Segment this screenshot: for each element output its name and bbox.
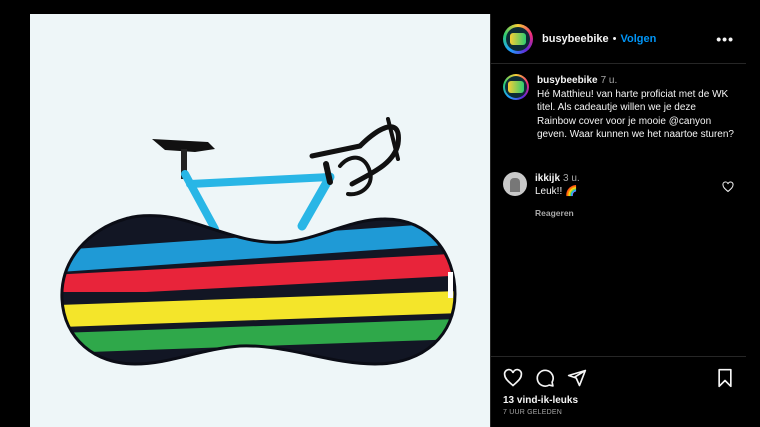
follow-button[interactable]: Volgen [621,33,657,45]
caption-time: 7 u. [600,75,618,86]
post-header: busybeebike • Volgen ••• [491,14,746,64]
post-modal: busybeebike • Volgen ••• busybeebike 7 u.… [30,14,746,427]
share-icon[interactable] [567,368,587,388]
comments-list: busybeebike 7 u. Hé Matthieu! van harte p… [491,64,746,220]
avatar[interactable] [503,23,533,54]
caption-comment: busybeebike 7 u. Hé Matthieu! van harte p… [503,74,734,142]
post-image[interactable] [30,14,490,427]
heart-icon[interactable] [503,368,523,388]
list-item: ikkijk 3 u. Leuk!! 🌈 Reageren [503,171,734,221]
post-side-panel: busybeebike • Volgen ••• busybeebike 7 u.… [490,14,746,427]
comment-icon[interactable] [535,368,555,388]
logo-icon [510,32,526,45]
caption-avatar[interactable] [503,74,529,100]
heart-icon[interactable] [722,180,734,198]
logo-icon [508,81,524,93]
bookmark-icon[interactable] [716,368,734,388]
post-actions: 13 vind-ik-leuks 7 UUR GELEDEN [491,356,746,416]
reply-button[interactable]: Reageren [535,207,574,221]
caption-username[interactable]: busybeebike [537,75,598,86]
comment-username[interactable]: ikkijk [535,173,560,184]
separator-dot: • [612,32,617,45]
comment-time: 3 u. [563,172,580,184]
likes-count[interactable]: 13 vind-ik-leuks [503,395,734,406]
commenter-avatar[interactable] [503,171,527,196]
app-frame: busybeebike • Volgen ••• busybeebike 7 u.… [0,0,760,427]
post-timestamp: 7 UUR GELEDEN [503,409,563,416]
cover-tag [448,272,453,298]
more-options-icon[interactable]: ••• [716,31,734,47]
caption-text: Hé Matthieu! van harte proficiat met de … [537,88,734,141]
rainbow-cover [61,215,456,364]
header-username[interactable]: busybeebike [542,33,609,45]
bike-cover-photo [60,117,457,366]
bike-frame [181,170,335,233]
comment-text: Leuk!! 🌈 [535,186,578,197]
